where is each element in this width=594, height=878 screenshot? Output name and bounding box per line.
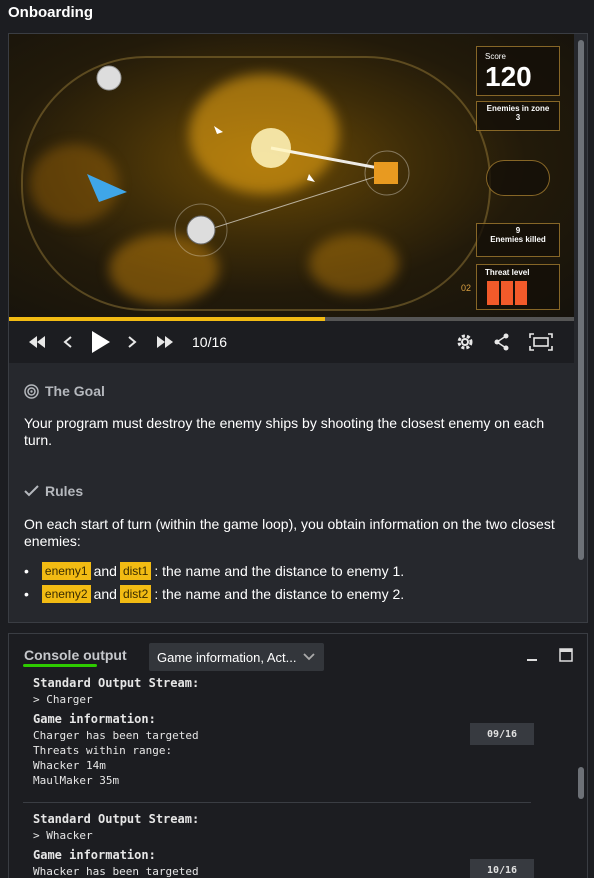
impact-flash [251, 128, 291, 168]
info-line: MaulMaker 35m [33, 774, 120, 787]
score-box: Score 120 [476, 46, 560, 96]
info-heading: Game information: [33, 848, 156, 862]
turn-badge: 09/16 [470, 723, 534, 745]
tab-underline [23, 664, 97, 667]
fullscreen-icon[interactable] [527, 321, 555, 363]
settings-icon[interactable] [453, 321, 477, 363]
bullet-text: : the name and the distance to enemy 1. [154, 563, 405, 579]
enemies-in-zone-label: Enemies in zone [486, 104, 550, 113]
check-icon [24, 485, 39, 497]
minimize-icon[interactable] [525, 648, 539, 667]
info-line: Whacker 14m [33, 759, 106, 772]
enemies-killed-value: 9 [515, 226, 521, 235]
stdout-line: > Whacker [33, 829, 93, 842]
console-entry: Standard Output Stream: > Charger Game i… [33, 674, 199, 788]
threat-bar [487, 281, 499, 305]
threat-level-value: 02 [461, 283, 472, 293]
tab-console-output[interactable]: Console output [24, 647, 127, 663]
play-icon[interactable] [87, 321, 113, 363]
game-viewport[interactable]: Score 120 Enemies in zone 3 9 Enemies ki… [9, 34, 574, 318]
info-heading: Game information: [33, 712, 156, 726]
step-back-icon[interactable] [59, 321, 77, 363]
info-line: Threats within range: [33, 744, 173, 757]
rules-heading: Rules [24, 483, 559, 499]
console-entry: Standard Output Stream: > Whacker Game i… [33, 810, 199, 878]
enemy-ship [96, 65, 122, 91]
conjunction-text: and [93, 563, 117, 579]
score-label: Score [485, 52, 506, 61]
threat-bar [515, 281, 527, 305]
score-value: 120 [485, 61, 532, 92]
rules-list: enemy1 and dist1 : the name and the dist… [24, 562, 559, 603]
frame-counter: 10/16 [192, 334, 228, 350]
maximize-icon[interactable] [559, 648, 573, 667]
debris [214, 126, 223, 134]
radar [486, 160, 550, 196]
fast-forward-icon[interactable] [153, 321, 177, 363]
threat-level-label: Threat level [485, 268, 530, 277]
statement-scrollbar[interactable] [578, 40, 584, 560]
bullet-text: : the name and the distance to enemy 2. [154, 586, 405, 602]
rules-text: On each start of turn (within the game l… [24, 516, 555, 549]
entry-divider [23, 802, 531, 803]
variable-badge: dist1 [119, 562, 152, 580]
debris [307, 174, 315, 182]
enemies-in-zone-box: Enemies in zone 3 [476, 101, 560, 131]
rules-heading-text: Rules [45, 483, 84, 499]
info-line: Whacker has been targeted [33, 865, 199, 878]
goal-heading: The Goal [24, 383, 559, 399]
console-scrollbar[interactable] [578, 767, 584, 799]
variable-badge: enemy1 [41, 562, 91, 580]
player-controls: 10/16 [9, 321, 574, 363]
goal-text: Your program must destroy the enemy ship… [24, 415, 545, 448]
stdout-heading: Standard Output Stream: [33, 812, 200, 826]
variable-badge: enemy2 [41, 585, 91, 603]
variable-badge: dist2 [119, 585, 152, 603]
rewind-icon[interactable] [25, 321, 49, 363]
target-icon [24, 383, 39, 399]
list-item: enemy2 and dist2 : the name and the dist… [24, 585, 559, 603]
hud-panel: Score 120 Enemies in zone 3 9 Enemies ki… [461, 38, 566, 312]
threat-bar [501, 281, 513, 305]
conjunction-text: and [93, 586, 117, 602]
list-item: enemy1 and dist1 : the name and the dist… [24, 562, 559, 580]
info-line: Charger has been targeted [33, 729, 199, 742]
stdout-heading: Standard Output Stream: [33, 676, 200, 690]
goal-heading-text: The Goal [45, 383, 105, 399]
player-ship [87, 174, 127, 202]
turn-badge: 10/16 [470, 859, 534, 878]
stdout-line: > Charger [33, 693, 93, 706]
window-title: Onboarding [8, 4, 93, 21]
enemies-killed-box: 9 Enemies killed [476, 223, 560, 257]
enemies-in-zone-value: 3 [515, 113, 521, 122]
console-filter-dropdown[interactable]: Game information, Act... [149, 643, 324, 671]
target-line [203, 173, 385, 232]
enemies-killed-label: Enemies killed [490, 235, 546, 244]
dropdown-value: Game information, Act... [157, 649, 297, 665]
step-forward-icon[interactable] [123, 321, 141, 363]
chevron-down-icon [303, 653, 315, 661]
threat-level-box: Threat level 02 [461, 264, 560, 310]
share-icon[interactable] [490, 321, 514, 363]
game-panel: Score 120 Enemies in zone 3 9 Enemies ki… [8, 33, 588, 623]
enemy-ship [186, 215, 216, 245]
enemy-ship [374, 162, 398, 184]
console-panel: Console output Game information, Act... … [8, 633, 588, 878]
problem-statement: The Goal Your program must destroy the e… [9, 367, 574, 622]
